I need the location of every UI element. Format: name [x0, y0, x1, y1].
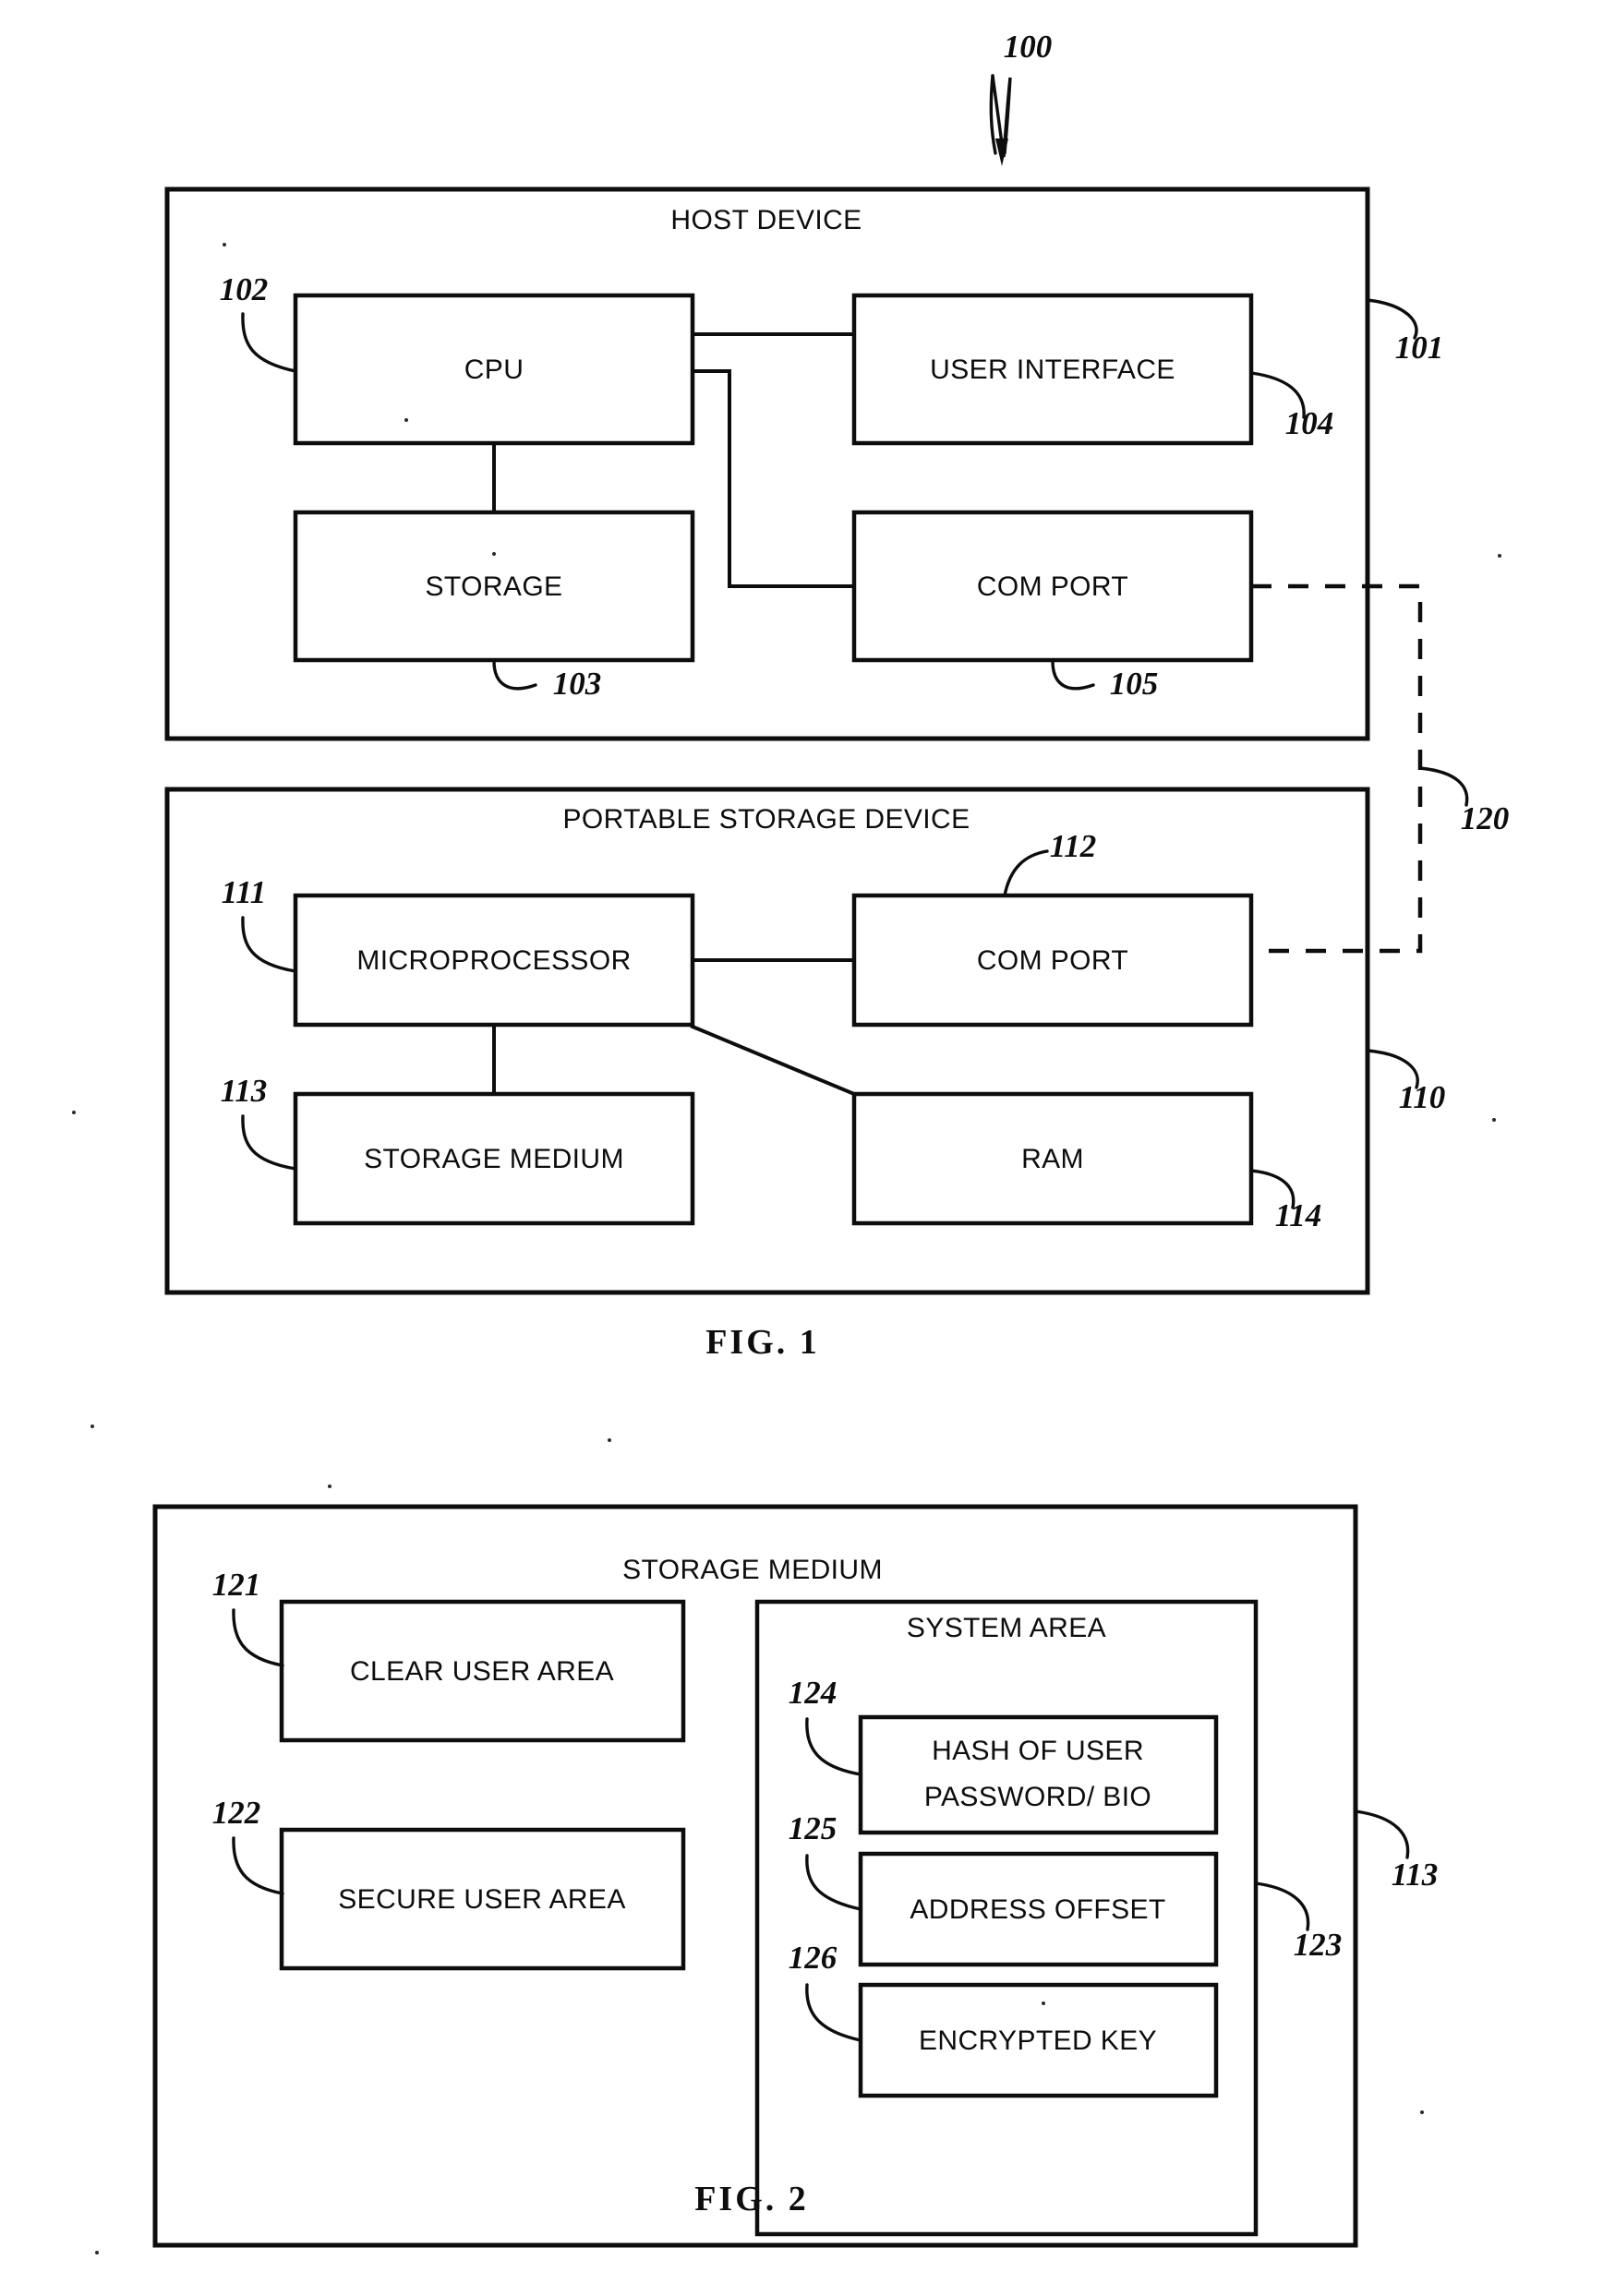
- secure-user-area-label: SECURE USER AREA: [338, 1884, 625, 1915]
- scan-speck: [95, 2251, 99, 2254]
- ref-105: 105: [1110, 666, 1159, 702]
- scan-speck: [223, 243, 226, 246]
- ref-125: 125: [789, 1810, 838, 1846]
- scan-speck: [1498, 554, 1501, 558]
- ref-114: 114: [1275, 1197, 1322, 1233]
- ref-113-fig1: 113: [221, 1073, 268, 1109]
- host-device-title: HOST DEVICE: [670, 205, 862, 235]
- scan-speck: [72, 1111, 76, 1114]
- cpu-label: CPU: [464, 355, 524, 385]
- ref-121: 121: [212, 1567, 261, 1603]
- ref-104: 104: [1285, 405, 1334, 441]
- fig1-caption: FIG. 1: [705, 1323, 820, 1362]
- scan-speck: [1042, 2001, 1045, 2005]
- scan-speck: [492, 552, 496, 556]
- ref-122: 122: [212, 1795, 261, 1831]
- ref-113-fig2: 113: [1392, 1857, 1439, 1893]
- patent-drawing-sheet: 100 HOST DEVICE CPU 102 USER INTERFACE 1…: [0, 0, 1615, 2296]
- portable-com-port-label: COM PORT: [977, 945, 1128, 976]
- ref-126: 126: [789, 1940, 838, 1976]
- ref-110: 110: [1399, 1079, 1446, 1115]
- storage-medium-title: STORAGE MEDIUM: [622, 1555, 883, 1585]
- scan-speck: [1420, 2110, 1424, 2114]
- microprocessor-label: MICROPROCESSOR: [356, 945, 631, 976]
- address-offset-label: ADDRESS OFFSET: [910, 1894, 1165, 1925]
- scan-speck: [1492, 1118, 1496, 1122]
- hash-label-line2: PASSWORD/ BIO: [924, 1782, 1151, 1812]
- scan-speck: [328, 1485, 331, 1488]
- ref-112: 112: [1050, 828, 1097, 864]
- clear-user-area-label: CLEAR USER AREA: [350, 1656, 614, 1687]
- ref-123: 123: [1294, 1927, 1343, 1963]
- scan-speck: [404, 418, 408, 422]
- hash-label-line1: HASH OF USER: [932, 1736, 1144, 1766]
- storage-medium-label: STORAGE MEDIUM: [364, 1144, 624, 1174]
- storage-label: STORAGE: [426, 571, 563, 602]
- system-area-title: SYSTEM AREA: [907, 1613, 1106, 1643]
- user-interface-label: USER INTERFACE: [930, 355, 1175, 385]
- scan-speck: [90, 1424, 94, 1428]
- ref-111: 111: [222, 874, 267, 910]
- ref-101: 101: [1395, 330, 1444, 366]
- ref-100: 100: [1004, 29, 1053, 65]
- ref-124: 124: [789, 1675, 838, 1711]
- scan-speck: [608, 1438, 611, 1442]
- fig2-caption: FIG. 2: [694, 2180, 809, 2218]
- ref-103: 103: [553, 666, 602, 702]
- ref-120: 120: [1461, 800, 1510, 836]
- ram-label: RAM: [1021, 1144, 1084, 1174]
- portable-storage-device-title: PORTABLE STORAGE DEVICE: [563, 804, 970, 835]
- ref-102: 102: [220, 271, 269, 307]
- host-com-port-label: COM PORT: [977, 571, 1128, 602]
- encrypted-key-label: ENCRYPTED KEY: [919, 2026, 1157, 2056]
